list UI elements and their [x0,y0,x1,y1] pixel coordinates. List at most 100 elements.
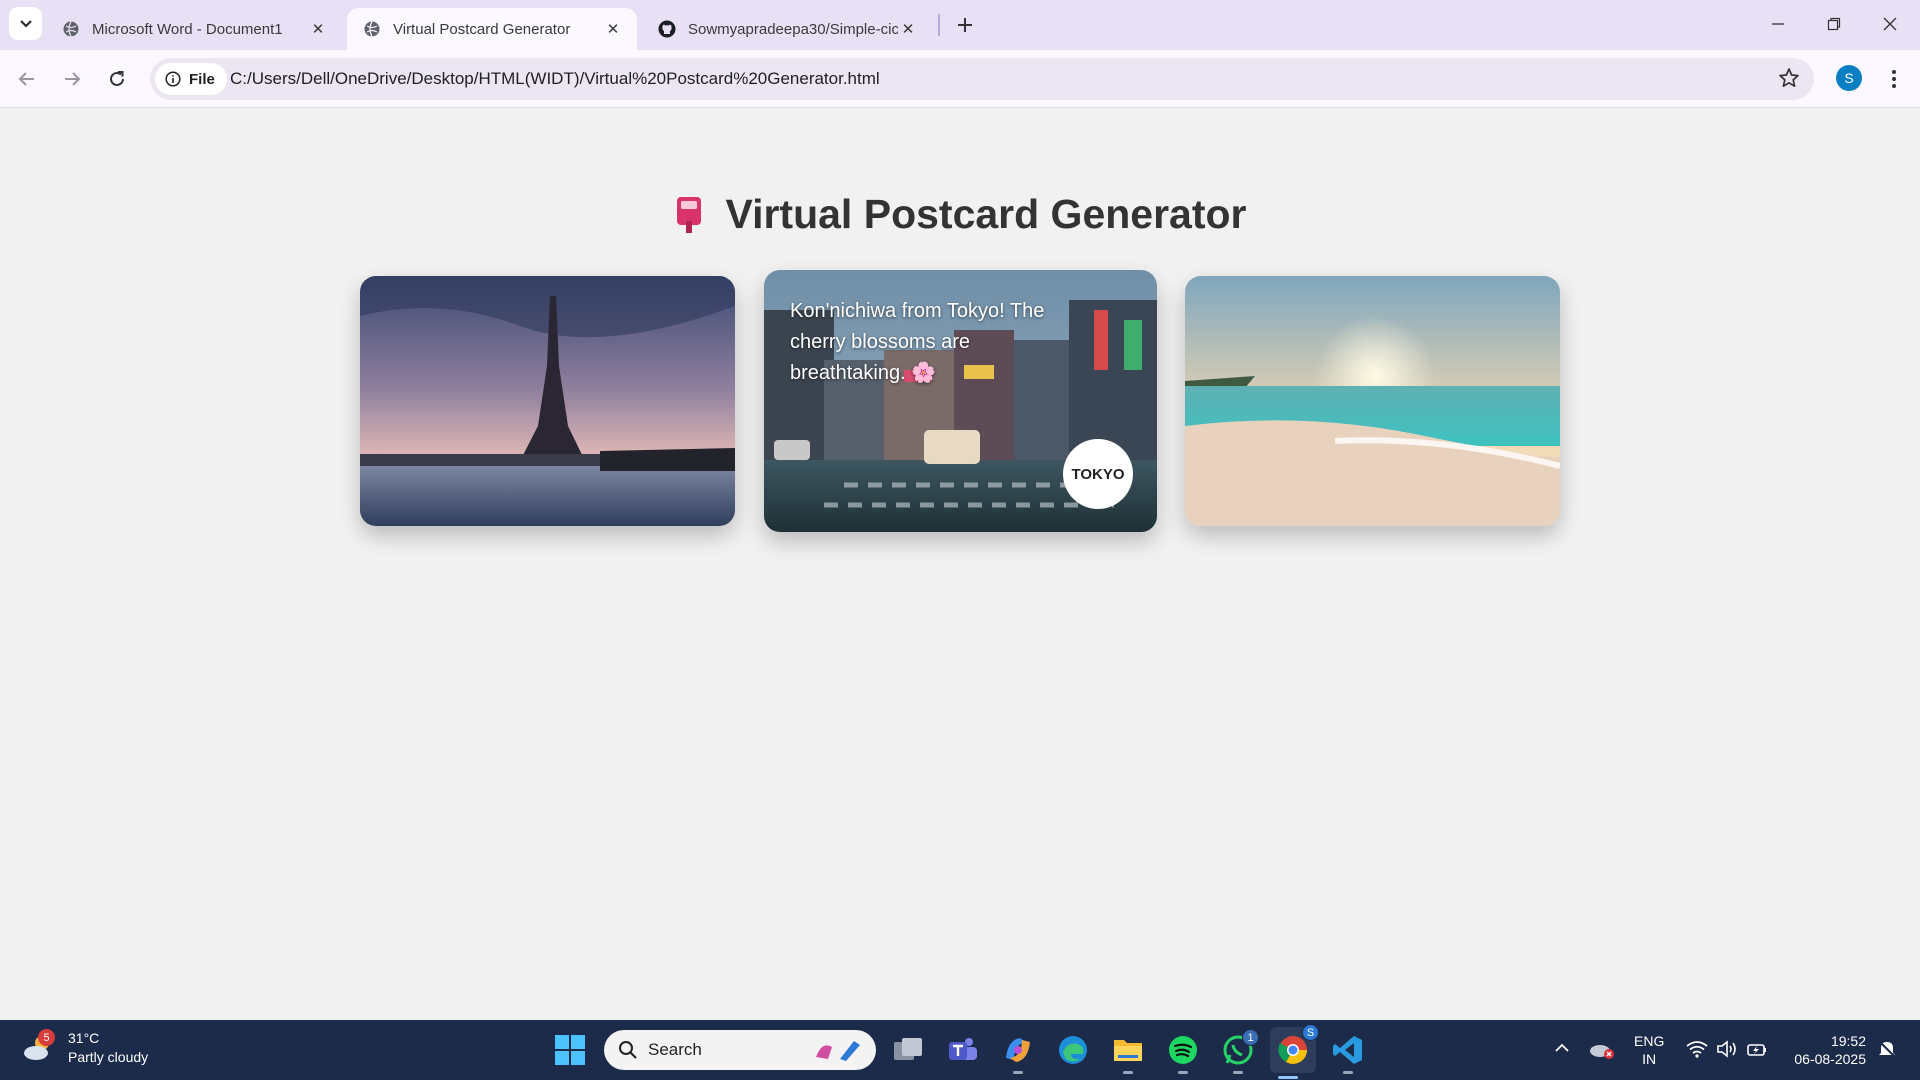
profile-avatar[interactable]: S [1836,65,1862,91]
arrow-right-icon [65,72,81,86]
close-icon [1883,17,1897,31]
tab-github[interactable]: Sowmyapradeepa30/Simple-cic ✕ [642,8,932,50]
notification-bell-icon [1879,1041,1895,1057]
running-indicator [1123,1071,1133,1074]
weather-icon-wrap: 5 [22,1029,56,1065]
weather-condition: Partly cloudy [68,1049,149,1065]
edge-icon [1059,1036,1087,1064]
tropical-beach-sunset-photo [1185,276,1560,526]
profile-badge: S [1302,1024,1319,1041]
search-icon [619,1041,637,1059]
page-heading: Virtual Postcard Generator [0,191,1920,238]
taskbar-chrome[interactable]: S [1270,1024,1319,1079]
weather-widget[interactable]: 5 31°C Partly cloudy [22,1029,148,1067]
postcard-tokyo[interactable]: Kon'nichiwa from Tokyo! The cherry bloss… [764,270,1157,532]
language-indicator[interactable]: ENG IN [1634,1032,1664,1068]
taskbar-whatsapp[interactable]: 1 [1220,1029,1259,1074]
onedrive-error-icon [1590,1045,1614,1059]
tab-word[interactable]: Microsoft Word - Document1 ✕ [46,8,342,50]
taskbar-search[interactable]: Search [604,1030,876,1070]
eiffel-tower-river-photo [360,276,735,526]
tab-strip: Microsoft Word - Document1 ✕ Virtual Pos… [0,0,1920,50]
globe-icon [63,21,79,37]
running-indicator [1178,1071,1188,1074]
globe-icon [364,21,380,37]
taskbar: 5 31°C Partly cloudy Search 1 S ENG IN 1… [0,1020,1920,1080]
bookmark-button[interactable] [1778,67,1800,94]
taskbar-teams[interactable] [945,1032,981,1068]
close-window-button[interactable] [1862,0,1918,48]
weather-alert-badge: 5 [38,1029,55,1046]
restore-button[interactable] [1806,0,1862,48]
github-icon [658,20,676,38]
taskbar-vscode[interactable] [1330,1032,1366,1074]
volume-button[interactable] [1714,1036,1740,1062]
notification-badge: 1 [1242,1029,1259,1046]
more-vertical-icon [1892,70,1896,88]
vscode-icon [1333,1036,1362,1064]
network-button[interactable] [1684,1036,1710,1062]
postcard-message: Kon'nichiwa from Tokyo! The cherry bloss… [790,300,1045,384]
postcard-stamp: TOKYO [1066,442,1130,506]
clock-date: 06-08-2025 [1794,1051,1866,1067]
language-code: ENG [1634,1033,1665,1049]
wifi-icon [1686,1041,1708,1058]
site-info-chip[interactable]: File [155,63,227,95]
tab-divider [938,14,940,36]
start-button[interactable] [554,1034,586,1071]
site-info-label: File [189,70,215,88]
new-tab-button[interactable] [950,10,980,40]
minimize-button[interactable] [1750,0,1806,48]
copilot-icon [1006,1038,1030,1062]
plus-icon [958,18,972,32]
clock-time: 19:52 [1830,1033,1866,1049]
folder-icon [1114,1040,1142,1061]
speaker-icon [1717,1040,1736,1058]
tab-close-button[interactable]: ✕ [308,19,328,39]
star-icon [1779,68,1799,88]
running-indicator [1343,1071,1353,1074]
postcard-paris[interactable] [360,276,735,526]
postbox-icon [677,196,702,233]
weather-text: 31°C Partly cloudy [64,1029,148,1067]
chevron-down-icon [19,19,32,27]
page-title: Virtual Postcard Generator [725,191,1247,237]
running-indicator [1013,1071,1023,1074]
forward-button[interactable] [55,62,89,96]
show-hidden-icons-button[interactable] [1550,1036,1574,1060]
browser-toolbar: File C:/Users/Dell/OneDrive/Desktop/HTML… [0,50,1920,108]
tab-title: Microsoft Word - Document1 [92,20,283,38]
reload-button[interactable] [100,62,134,96]
restore-icon [1827,17,1841,31]
clock[interactable]: 19:52 06-08-2025 [1786,1032,1866,1068]
info-icon [165,71,181,87]
url-text[interactable]: C:/Users/Dell/OneDrive/Desktop/HTML(WIDT… [230,69,880,89]
battery-charging-icon [1747,1044,1766,1056]
minimize-icon [1772,23,1784,25]
tab-postcard[interactable]: Virtual Postcard Generator ✕ [347,8,637,50]
back-button[interactable] [10,62,44,96]
tab-close-button[interactable]: ✕ [603,19,623,39]
taskbar-edge[interactable] [1055,1032,1091,1068]
address-bar[interactable]: File C:/Users/Dell/OneDrive/Desktop/HTML… [150,58,1814,100]
task-view-icon [894,1038,922,1060]
notifications-button[interactable] [1874,1036,1900,1062]
teams-icon [949,1038,977,1060]
taskbar-spotify[interactable] [1165,1032,1201,1074]
battery-button[interactable] [1744,1036,1770,1062]
reload-icon [110,71,124,86]
taskbar-file-explorer[interactable] [1110,1032,1146,1074]
browser-menu-button[interactable] [1880,64,1908,94]
onedrive-status-button[interactable] [1588,1036,1616,1062]
running-indicator [1278,1076,1298,1079]
tab-close-button[interactable]: ✕ [898,19,918,39]
taskbar-task-view[interactable] [890,1032,926,1068]
running-indicator [1233,1071,1243,1074]
weather-temp: 31°C [68,1030,100,1046]
tab-search-button[interactable] [9,7,42,40]
copilot-search-highlight-icon [816,1041,860,1061]
windows-icon [555,1035,585,1065]
arrow-left-icon [18,72,34,86]
postcard-beach[interactable] [1185,276,1560,526]
taskbar-copilot[interactable] [1000,1032,1036,1074]
